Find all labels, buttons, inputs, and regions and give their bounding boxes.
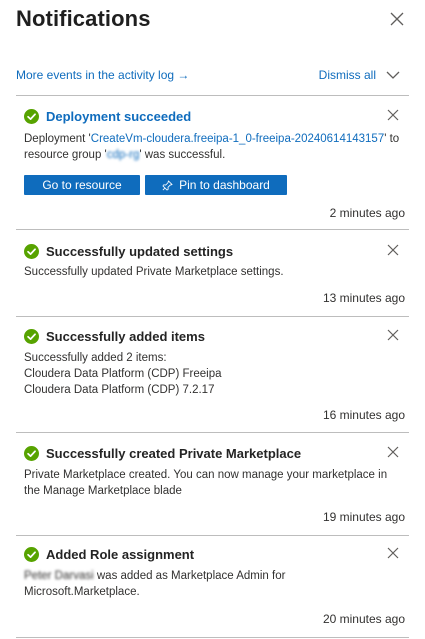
panel-header: Notifications xyxy=(16,4,409,36)
dismiss-notification-icon[interactable] xyxy=(387,109,399,121)
success-check-icon xyxy=(24,445,39,461)
notification-timestamp: 2 minutes ago xyxy=(329,206,405,220)
notification-card: Deployment succeeded Deployment 'CreateV… xyxy=(16,106,409,230)
success-check-icon xyxy=(24,108,39,124)
dismiss-notification-icon[interactable] xyxy=(387,329,399,341)
dismiss-all-label: Dismiss all xyxy=(318,68,376,82)
dismiss-notification-icon[interactable] xyxy=(387,446,399,458)
notification-card: Successfully updated settings Successful… xyxy=(16,241,409,317)
dismiss-all-button[interactable]: Dismiss all xyxy=(319,68,400,82)
notification-message: Successfully added 2 items: Cloudera Dat… xyxy=(24,352,222,396)
resource-group-link[interactable]: cdp-rg xyxy=(107,149,140,161)
notification-title: Successfully updated settings xyxy=(46,243,234,259)
notification-card: Successfully created Private Marketplace… xyxy=(16,443,409,536)
pin-icon xyxy=(162,180,173,190)
notifications-toolbar: More events in the activity log → Dismis… xyxy=(16,66,406,86)
user-name: Peter Darvasi xyxy=(24,570,94,582)
success-check-icon xyxy=(24,546,39,562)
notification-timestamp: 20 minutes ago xyxy=(322,612,405,626)
notification-title: Successfully created Private Marketplace xyxy=(46,445,302,461)
panel-title: Notifications xyxy=(16,6,151,31)
notification-message: Private Marketplace created. You can now… xyxy=(24,469,388,497)
notification-title: Successfully added items xyxy=(46,328,205,344)
success-check-icon xyxy=(24,328,39,344)
notification-message: Successfully updated Private Marketplace… xyxy=(24,266,284,278)
notification-card: Added Role assignment Peter Darvasi was … xyxy=(16,544,409,638)
divider xyxy=(16,95,409,96)
notification-title: Added Role assignment xyxy=(46,546,195,562)
deployment-link[interactable]: CreateVm-cloudera.freeipa-1_0-freeipa-20… xyxy=(91,133,384,145)
notification-timestamp: 16 minutes ago xyxy=(322,408,405,422)
success-check-icon xyxy=(24,243,39,259)
go-to-resource-button[interactable]: Go to resource xyxy=(24,175,140,195)
notifications-panel: Notifications More events in the activit… xyxy=(0,0,425,639)
close-icon[interactable] xyxy=(389,11,405,27)
notification-timestamp: 19 minutes ago xyxy=(322,510,405,524)
notification-title[interactable]: Deployment succeeded xyxy=(46,109,191,124)
notification-timestamp: 13 minutes ago xyxy=(322,291,405,305)
notification-message: Peter Darvasi was added as Marketplace A… xyxy=(24,570,286,598)
dismiss-notification-icon[interactable] xyxy=(387,244,399,256)
activity-log-link[interactable]: More events in the activity log → xyxy=(16,68,189,82)
notification-card: Successfully added items Successfully ad… xyxy=(16,326,409,433)
notification-message: Deployment 'CreateVm-cloudera.freeipa-1_… xyxy=(24,133,400,161)
pin-to-dashboard-button[interactable]: Pin to dashboard xyxy=(145,175,287,195)
dismiss-notification-icon[interactable] xyxy=(387,547,399,559)
chevron-down-icon xyxy=(386,71,400,79)
action-buttons: Go to resource Pin to dashboard xyxy=(24,175,287,195)
